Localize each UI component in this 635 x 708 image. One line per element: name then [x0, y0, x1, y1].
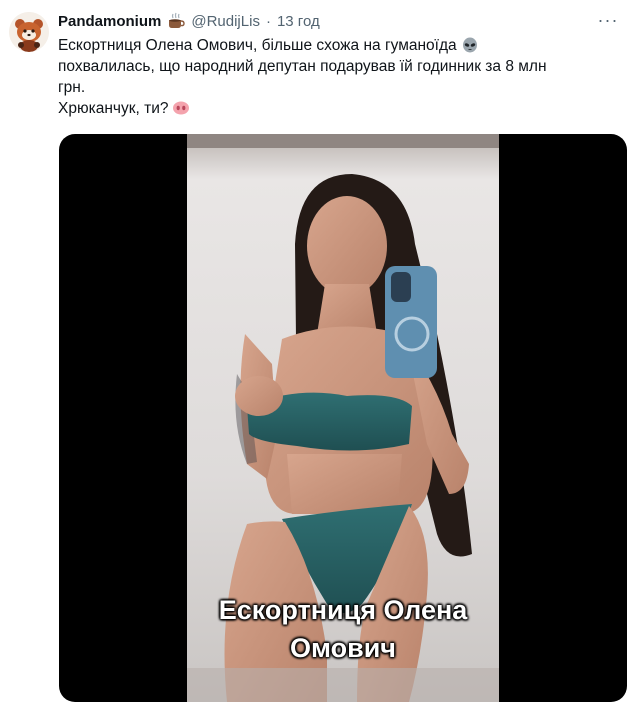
- media-caption-line: Ескортниця Олена: [218, 595, 468, 625]
- tweet-text-segment: Ескортниця Олена Омович, більше схожа на…: [58, 37, 457, 54]
- avatar[interactable]: [9, 12, 49, 52]
- tweet[interactable]: Pandamonium @RudijLis · 13 год ··· Ескор…: [0, 0, 635, 708]
- alien-icon: [462, 37, 477, 53]
- tweet-media[interactable]: Ескортниця Олена Омович: [59, 134, 627, 702]
- media-photo[interactable]: Ескортниця Олена Омович: [187, 134, 499, 702]
- hot-beverage-icon: [169, 12, 186, 28]
- tweet-text-line: Хрюканчук, ти?: [58, 98, 618, 119]
- header-separator: ·: [265, 12, 271, 30]
- tweet-text-line: грн.: [58, 79, 86, 96]
- tweet-text: Ескортниця Олена Омович, більше схожа на…: [58, 35, 618, 119]
- author-handle[interactable]: @RudijLis: [191, 13, 260, 30]
- media-caption-line: Омович: [290, 633, 396, 663]
- author-display-name[interactable]: Pandamonium: [58, 13, 161, 30]
- tweet-text-line: Ескортниця Олена Омович, більше схожа на…: [58, 35, 618, 56]
- tweet-text-line: похвалилась, що народний депутан подарув…: [58, 58, 547, 75]
- pig-nose-icon: [173, 101, 190, 115]
- tweet-header: Pandamonium @RudijLis · 13 год: [58, 10, 320, 32]
- more-options-icon[interactable]: ···: [595, 10, 621, 30]
- tweet-text-segment: Хрюканчук, ти?: [58, 100, 169, 117]
- tweet-timestamp[interactable]: 13 год: [277, 13, 320, 30]
- red-panda-avatar-icon: [9, 12, 49, 52]
